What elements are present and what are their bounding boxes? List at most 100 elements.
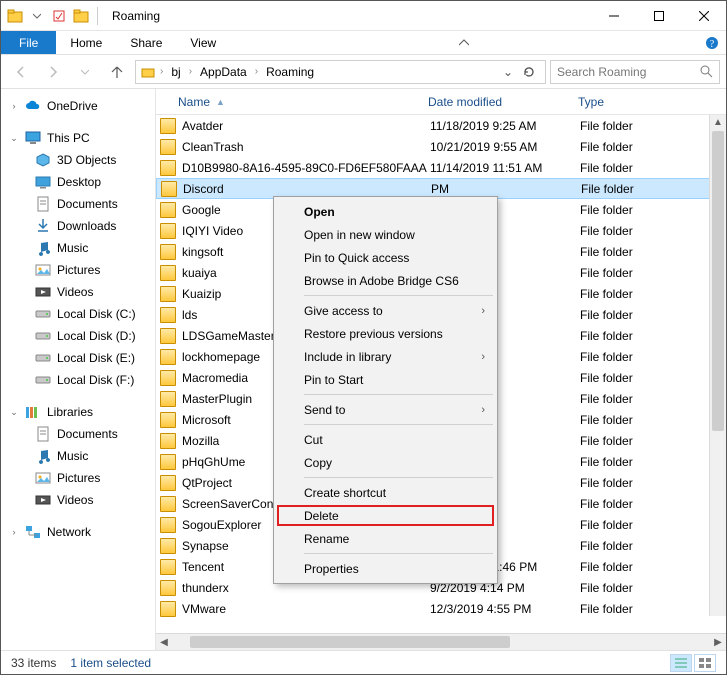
nav-item-icon [35,284,51,300]
maximize-button[interactable] [636,1,681,31]
nav-item-icon [35,372,51,388]
nav-back-button[interactable] [7,59,35,85]
scroll-thumb[interactable] [712,131,724,431]
view-largeicons-button[interactable] [694,654,716,672]
nav-network[interactable]: › Network [1,521,155,543]
nav-libraries[interactable]: ⌄ Libraries [1,401,155,423]
ctx-cut[interactable]: Cut [276,428,495,451]
ctx-open-new-window[interactable]: Open in new window [276,223,495,246]
search-placeholder: Search Roaming [557,65,646,79]
view-details-button[interactable] [670,654,692,672]
ctx-give-access[interactable]: Give access to› [276,299,495,322]
nav-item[interactable]: Pictures [1,467,155,489]
crumb-bj[interactable]: bj [167,63,184,81]
row-name: CleanTrash [182,140,430,154]
scroll-thumb[interactable] [190,636,510,648]
row-date: 11/14/2019 11:51 AM [430,161,580,175]
scroll-left-icon[interactable]: ◀ [156,637,172,648]
nav-item[interactable]: Music [1,237,155,259]
ctx-create-shortcut[interactable]: Create shortcut [276,481,495,504]
folder-icon [160,559,176,575]
search-input[interactable]: Search Roaming [550,60,720,84]
tab-share[interactable]: Share [116,31,176,54]
folder-icon [160,307,176,323]
tab-home[interactable]: Home [56,31,116,54]
nav-item[interactable]: Videos [1,281,155,303]
crumb-roaming[interactable]: Roaming [262,63,318,81]
folder-icon [161,181,177,197]
ctx-copy[interactable]: Copy [276,451,495,474]
table-row[interactable]: CleanTrash10/21/2019 9:55 AMFile folder [156,136,726,157]
chevron-right-icon[interactable]: › [158,66,165,77]
nav-up-button[interactable] [103,59,131,85]
ctx-open[interactable]: Open [276,200,495,223]
nav-item-label: Desktop [57,175,101,189]
nav-recent-dropdown[interactable] [71,59,99,85]
network-icon [25,524,41,540]
nav-item-label: Documents [57,427,118,441]
tab-file[interactable]: File [1,31,56,54]
nav-item[interactable]: Documents [1,193,155,215]
qat-properties-icon[interactable] [51,8,67,24]
nav-item[interactable]: 3D Objects [1,149,155,171]
menu-separator [304,394,493,395]
nav-item[interactable]: Videos [1,489,155,511]
nav-item[interactable]: Local Disk (C:) [1,303,155,325]
crumb-appdata[interactable]: AppData [196,63,251,81]
nav-item[interactable]: Local Disk (E:) [1,347,155,369]
breadcrumb-dropdown[interactable]: ⌄ [501,65,515,79]
chevron-right-icon: › [9,101,19,111]
scroll-right-icon[interactable]: ▶ [710,637,726,648]
breadcrumb[interactable]: › bj › AppData › Roaming ⌄ [135,60,546,84]
nav-item[interactable]: Local Disk (D:) [1,325,155,347]
chevron-right-icon[interactable]: › [253,66,260,77]
table-row[interactable]: D10B9980-8A16-4595-89C0-FD6EF580FAAA11/1… [156,157,726,178]
nav-pane: › OneDrive ⌄ This PC 3D Objects Desktop Do… [1,89,156,650]
nav-thispc[interactable]: ⌄ This PC [1,127,155,149]
nav-item[interactable]: Music [1,445,155,467]
table-row[interactable]: VMware12/3/2019 4:55 PMFile folder [156,598,726,619]
nav-item[interactable]: Local Disk (F:) [1,369,155,391]
folder-icon [160,139,176,155]
ctx-pin-start[interactable]: Pin to Start [276,368,495,391]
table-row[interactable]: Avatder11/18/2019 9:25 AMFile folder [156,115,726,136]
minimize-button[interactable] [591,1,636,31]
status-selection-count: 1 item selected [70,656,151,670]
tab-view[interactable]: View [176,31,230,54]
vertical-scrollbar[interactable]: ▲ [709,115,726,616]
row-type: File folder [580,602,726,616]
scroll-up-icon[interactable]: ▲ [710,115,726,131]
nav-onedrive[interactable]: › OneDrive [1,95,155,117]
folder-icon [160,475,176,491]
row-type: File folder [580,455,726,469]
ctx-restore-previous[interactable]: Restore previous versions [276,322,495,345]
menu-separator [304,477,493,478]
chevron-right-icon[interactable]: › [187,66,194,77]
nav-item-icon [35,152,51,168]
col-date[interactable]: Date modified [428,95,578,109]
sort-asc-icon: ▲ [216,97,225,107]
ctx-properties[interactable]: Properties [276,557,495,580]
nav-item[interactable]: Documents [1,423,155,445]
row-type: File folder [580,245,726,259]
ctx-delete[interactable]: Delete [276,504,495,527]
ctx-pin-quick-access[interactable]: Pin to Quick access [276,246,495,269]
col-type[interactable]: Type [578,95,726,109]
row-name: Avatder [182,119,430,133]
qat-dropdown-icon[interactable] [29,8,45,24]
nav-item[interactable]: Pictures [1,259,155,281]
ribbon-expand-icon[interactable] [450,31,478,54]
ctx-rename[interactable]: Rename [276,527,495,550]
nav-item[interactable]: Downloads [1,215,155,237]
horizontal-scrollbar[interactable]: ◀ ▶ [156,633,726,650]
col-name[interactable]: Name [178,95,210,109]
ctx-include-library[interactable]: Include in library› [276,345,495,368]
row-type: File folder [581,182,725,196]
refresh-button[interactable] [517,61,541,83]
nav-item[interactable]: Desktop [1,171,155,193]
ctx-browse-bridge[interactable]: Browse in Adobe Bridge CS6 [276,269,495,292]
help-icon[interactable]: ? [698,31,726,54]
nav-forward-button[interactable] [39,59,67,85]
close-button[interactable] [681,1,726,31]
ctx-send-to[interactable]: Send to› [276,398,495,421]
